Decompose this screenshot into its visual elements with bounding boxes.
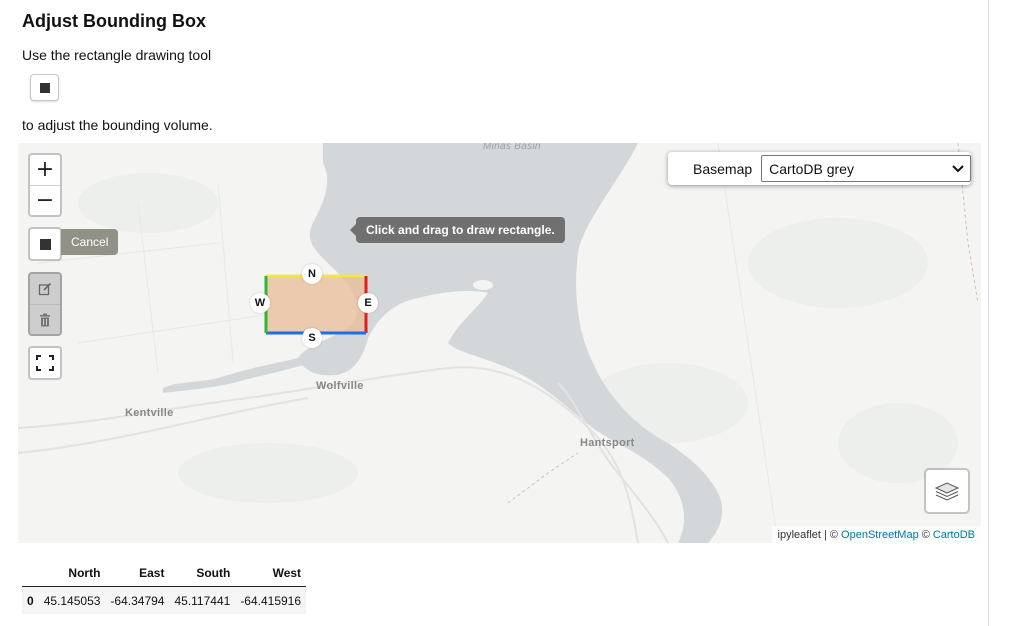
edit-toolbar bbox=[28, 272, 62, 336]
place-label-kentville: Kentville bbox=[125, 407, 174, 419]
basemap-label: Basemap bbox=[693, 160, 753, 177]
chevron-down-icon bbox=[952, 164, 964, 172]
place-label-wolfville: Wolfville bbox=[316, 380, 364, 392]
fullscreen-icon bbox=[36, 355, 54, 371]
place-label-minas-basin: Minas Basin bbox=[483, 143, 541, 152]
bbox-west-handle[interactable]: W bbox=[250, 293, 270, 313]
row-index: 0 bbox=[22, 586, 39, 614]
vertical-scrollbar[interactable] bbox=[988, 0, 1011, 626]
draw-rectangle-button[interactable] bbox=[28, 227, 62, 261]
map-attribution: ipyleaflet | © OpenStreetMap © CartoDB bbox=[771, 526, 981, 543]
cartodb-link[interactable]: CartoDB bbox=[933, 529, 975, 541]
table-header-south: South bbox=[196, 566, 231, 580]
fullscreen-button[interactable] bbox=[28, 346, 62, 380]
table-header-north: North bbox=[68, 566, 101, 580]
basemap-control: Basemap CartoDB grey bbox=[668, 152, 971, 185]
instruction-text: Use the rectangle drawing tool bbox=[22, 47, 212, 63]
square-icon bbox=[39, 82, 50, 93]
attribution-prefix: ipyleaflet | © bbox=[777, 528, 839, 541]
trash-icon bbox=[40, 313, 50, 326]
rectangle-tool-example-button[interactable] bbox=[30, 74, 59, 101]
north-value: 45.145053 bbox=[38, 586, 106, 614]
west-value: -64.415916 bbox=[235, 586, 307, 614]
openstreetmap-link[interactable]: OpenStreetMap bbox=[841, 529, 919, 541]
square-icon bbox=[39, 238, 51, 250]
minus-icon: − bbox=[35, 187, 55, 213]
map-tiles bbox=[18, 143, 981, 543]
layers-control-button[interactable] bbox=[924, 468, 970, 514]
zoom-in-button[interactable]: + bbox=[30, 155, 60, 185]
bbox-north-handle[interactable]: N bbox=[302, 264, 322, 284]
basemap-selected-value: CartoDB grey bbox=[769, 160, 854, 177]
table-header-row: North East South West bbox=[22, 562, 307, 587]
map-widget[interactable]: Minas Basin Wolfville Kentville Hantspor… bbox=[18, 143, 981, 543]
bbox-table: North East South West 0 45.145053 -64.34… bbox=[22, 562, 307, 614]
draw-tooltip: Click and drag to draw rectangle. bbox=[350, 217, 565, 243]
table-header-east: East bbox=[139, 566, 165, 580]
attribution-separator: © bbox=[921, 528, 930, 541]
bbox-east-handle[interactable]: E bbox=[358, 293, 378, 313]
layers-icon bbox=[934, 482, 960, 501]
draw-cancel-button[interactable]: Cancel bbox=[61, 229, 119, 255]
south-value: 45.117441 bbox=[169, 586, 236, 614]
zoom-out-button[interactable]: − bbox=[30, 185, 60, 215]
place-label-hantsport: Hantsport bbox=[580, 437, 635, 449]
table-row: 0 45.145053 -64.34794 45.117441 -64.4159… bbox=[22, 586, 307, 614]
edit-layers-button[interactable] bbox=[30, 274, 60, 304]
table-header-west: West bbox=[272, 566, 302, 580]
east-value: -64.34794 bbox=[105, 586, 170, 614]
bbox-south-handle[interactable]: S bbox=[302, 328, 322, 348]
basemap-select[interactable]: CartoDB grey bbox=[761, 155, 971, 182]
instruction-text-continued: to adjust the bounding volume. bbox=[22, 117, 213, 133]
page-title: Adjust Bounding Box bbox=[22, 11, 206, 31]
table-header-index bbox=[22, 562, 39, 587]
zoom-control: + − bbox=[28, 153, 62, 217]
edit-icon bbox=[38, 282, 52, 296]
plus-icon: + bbox=[35, 157, 55, 182]
delete-layers-button[interactable] bbox=[30, 304, 60, 334]
